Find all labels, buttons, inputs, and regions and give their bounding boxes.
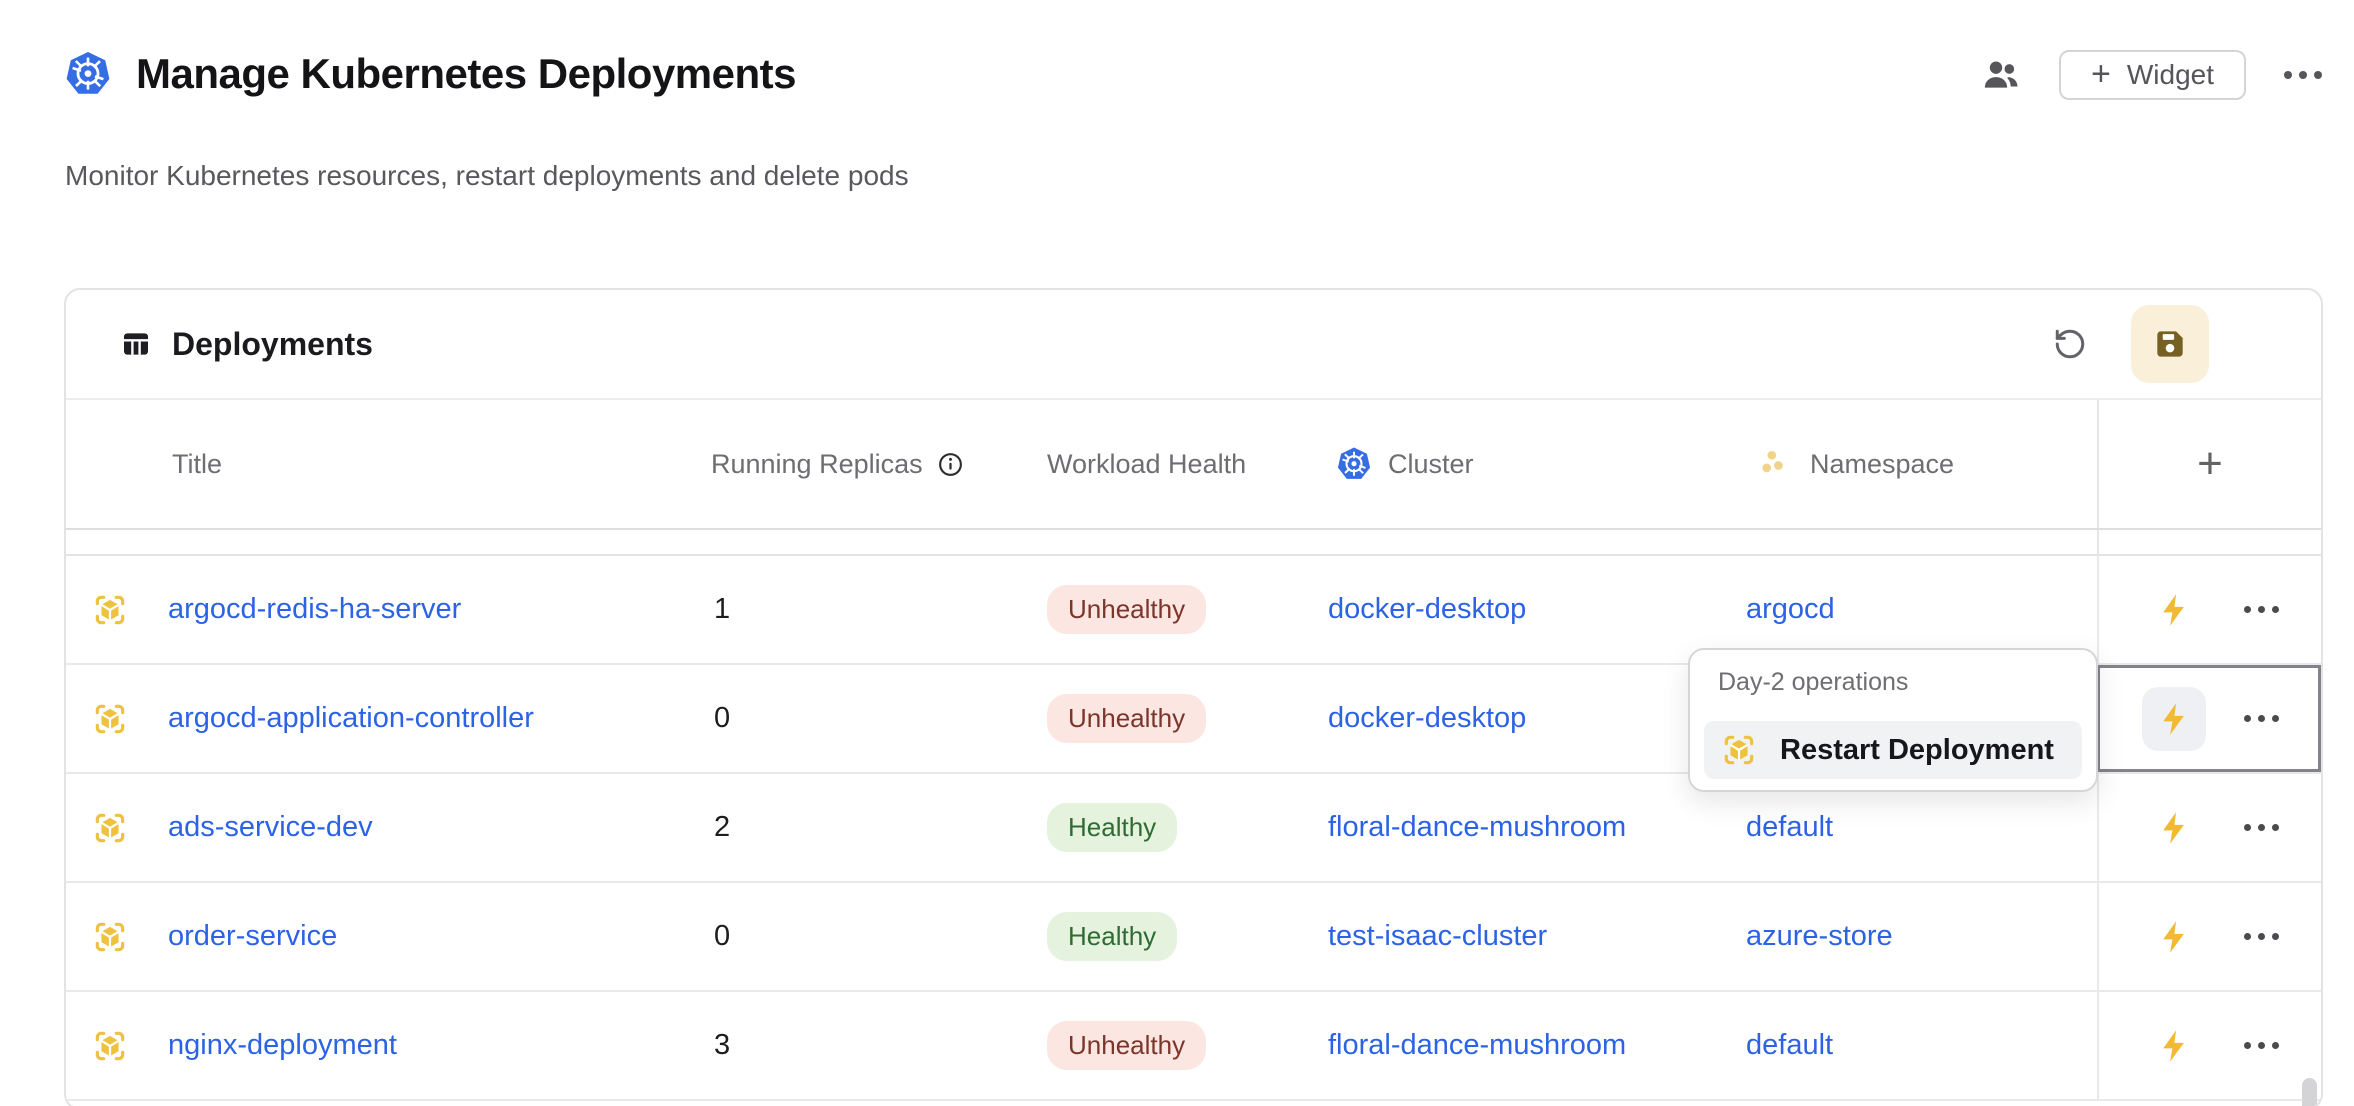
vertical-scrollbar-thumb[interactable] xyxy=(2302,1078,2317,1106)
kubernetes-logo-icon xyxy=(64,50,112,98)
namespace-link[interactable]: azure-store xyxy=(1746,920,1893,952)
scrolled-row-sliver xyxy=(66,530,2321,556)
table-row: nginx-deployment 3 Unhealthy floral-danc… xyxy=(66,992,2321,1101)
deployment-link[interactable]: nginx-deployment xyxy=(168,1029,397,1062)
kubernetes-deployments-page: Manage Kubernetes Deployments + Widget xyxy=(0,0,2354,1106)
replicas-value: 2 xyxy=(711,811,1047,844)
cluster-link[interactable]: docker-desktop xyxy=(1328,702,1526,734)
deployment-cube-icon xyxy=(91,809,129,847)
row-more-icon[interactable] xyxy=(2244,606,2279,613)
deployment-link[interactable]: order-service xyxy=(168,920,337,953)
cluster-link[interactable]: test-isaac-cluster xyxy=(1328,920,1547,952)
page-title: Manage Kubernetes Deployments xyxy=(136,50,796,98)
replicas-value: 0 xyxy=(711,702,1047,735)
actions-lightning-button[interactable] xyxy=(2142,905,2206,969)
info-icon[interactable] xyxy=(937,451,964,478)
replicas-value: 1 xyxy=(711,593,1047,626)
page-header: Manage Kubernetes Deployments + Widget xyxy=(64,48,2322,100)
save-button[interactable] xyxy=(2131,305,2209,383)
add-widget-button[interactable]: + Widget xyxy=(2059,50,2246,100)
plus-icon: + xyxy=(2091,57,2111,91)
deployment-link[interactable]: ads-service-dev xyxy=(168,811,373,844)
restart-deployment-label: Restart Deployment xyxy=(1780,734,2054,767)
health-badge: Unhealthy xyxy=(1047,1021,1206,1070)
cluster-link[interactable]: docker-desktop xyxy=(1328,593,1526,625)
row-more-icon[interactable] xyxy=(2244,824,2279,831)
page-subtitle: Monitor Kubernetes resources, restart de… xyxy=(65,160,909,192)
deployment-link[interactable]: argocd-application-controller xyxy=(168,702,534,735)
column-header-workload-health[interactable]: Workload Health xyxy=(1047,449,1328,480)
column-header-namespace[interactable]: Namespace xyxy=(1746,446,2097,482)
namespace-link[interactable]: argocd xyxy=(1746,593,1835,625)
namespace-link[interactable]: default xyxy=(1746,811,1833,843)
deployment-cube-icon xyxy=(91,918,129,956)
reset-button[interactable] xyxy=(2053,327,2087,361)
deployment-cube-icon xyxy=(91,1027,129,1065)
widget-title: Deployments xyxy=(172,326,373,363)
namespace-link[interactable]: default xyxy=(1746,1029,1833,1061)
members-icon[interactable] xyxy=(1981,55,2021,95)
namespace-dots-icon xyxy=(1758,446,1794,482)
table-header-row: Title Running Replicas Workload Health xyxy=(66,400,2321,530)
column-header-running-replicas[interactable]: Running Replicas xyxy=(711,449,1047,480)
column-header-title[interactable]: Title xyxy=(66,449,711,480)
health-badge: Healthy xyxy=(1047,803,1177,852)
health-badge: Healthy xyxy=(1047,912,1177,961)
health-badge: Unhealthy xyxy=(1047,585,1206,634)
restart-deployment-menu-item[interactable]: Restart Deployment xyxy=(1704,721,2082,779)
replicas-value: 3 xyxy=(711,1029,1047,1062)
deployment-cube-icon xyxy=(1720,731,1758,769)
replicas-value: 0 xyxy=(711,920,1047,953)
page-more-icon[interactable] xyxy=(2284,71,2322,79)
table-row: order-service 0 Healthy test-isaac-clust… xyxy=(66,883,2321,992)
add-widget-label: Widget xyxy=(2127,59,2214,91)
widget-header: Deployments xyxy=(66,290,2321,400)
popup-header: Day-2 operations xyxy=(1704,666,2082,697)
actions-lightning-button[interactable] xyxy=(2142,578,2206,642)
day2-operations-popup: Day-2 operations Restart Deployment xyxy=(1688,648,2098,792)
actions-lightning-button[interactable] xyxy=(2142,1014,2206,1078)
deployments-widget: Deployments Title xyxy=(64,288,2323,1106)
actions-lightning-button[interactable] xyxy=(2142,687,2206,751)
row-more-icon[interactable] xyxy=(2244,715,2279,722)
deployment-cube-icon xyxy=(91,591,129,629)
cluster-link[interactable]: floral-dance-mushroom xyxy=(1328,811,1626,843)
deployment-cube-icon xyxy=(91,700,129,738)
row-more-icon[interactable] xyxy=(2244,1042,2279,1049)
cluster-link[interactable]: floral-dance-mushroom xyxy=(1328,1029,1626,1061)
deployment-link[interactable]: argocd-redis-ha-server xyxy=(168,593,461,626)
kubernetes-icon xyxy=(1336,446,1372,482)
health-badge: Unhealthy xyxy=(1047,694,1206,743)
column-header-cluster[interactable]: Cluster xyxy=(1328,446,1746,482)
add-column-button[interactable]: + xyxy=(2097,400,2321,528)
row-more-icon[interactable] xyxy=(2244,933,2279,940)
table-icon xyxy=(120,328,152,360)
actions-lightning-button[interactable] xyxy=(2142,796,2206,860)
active-actions-cell xyxy=(2097,665,2321,772)
